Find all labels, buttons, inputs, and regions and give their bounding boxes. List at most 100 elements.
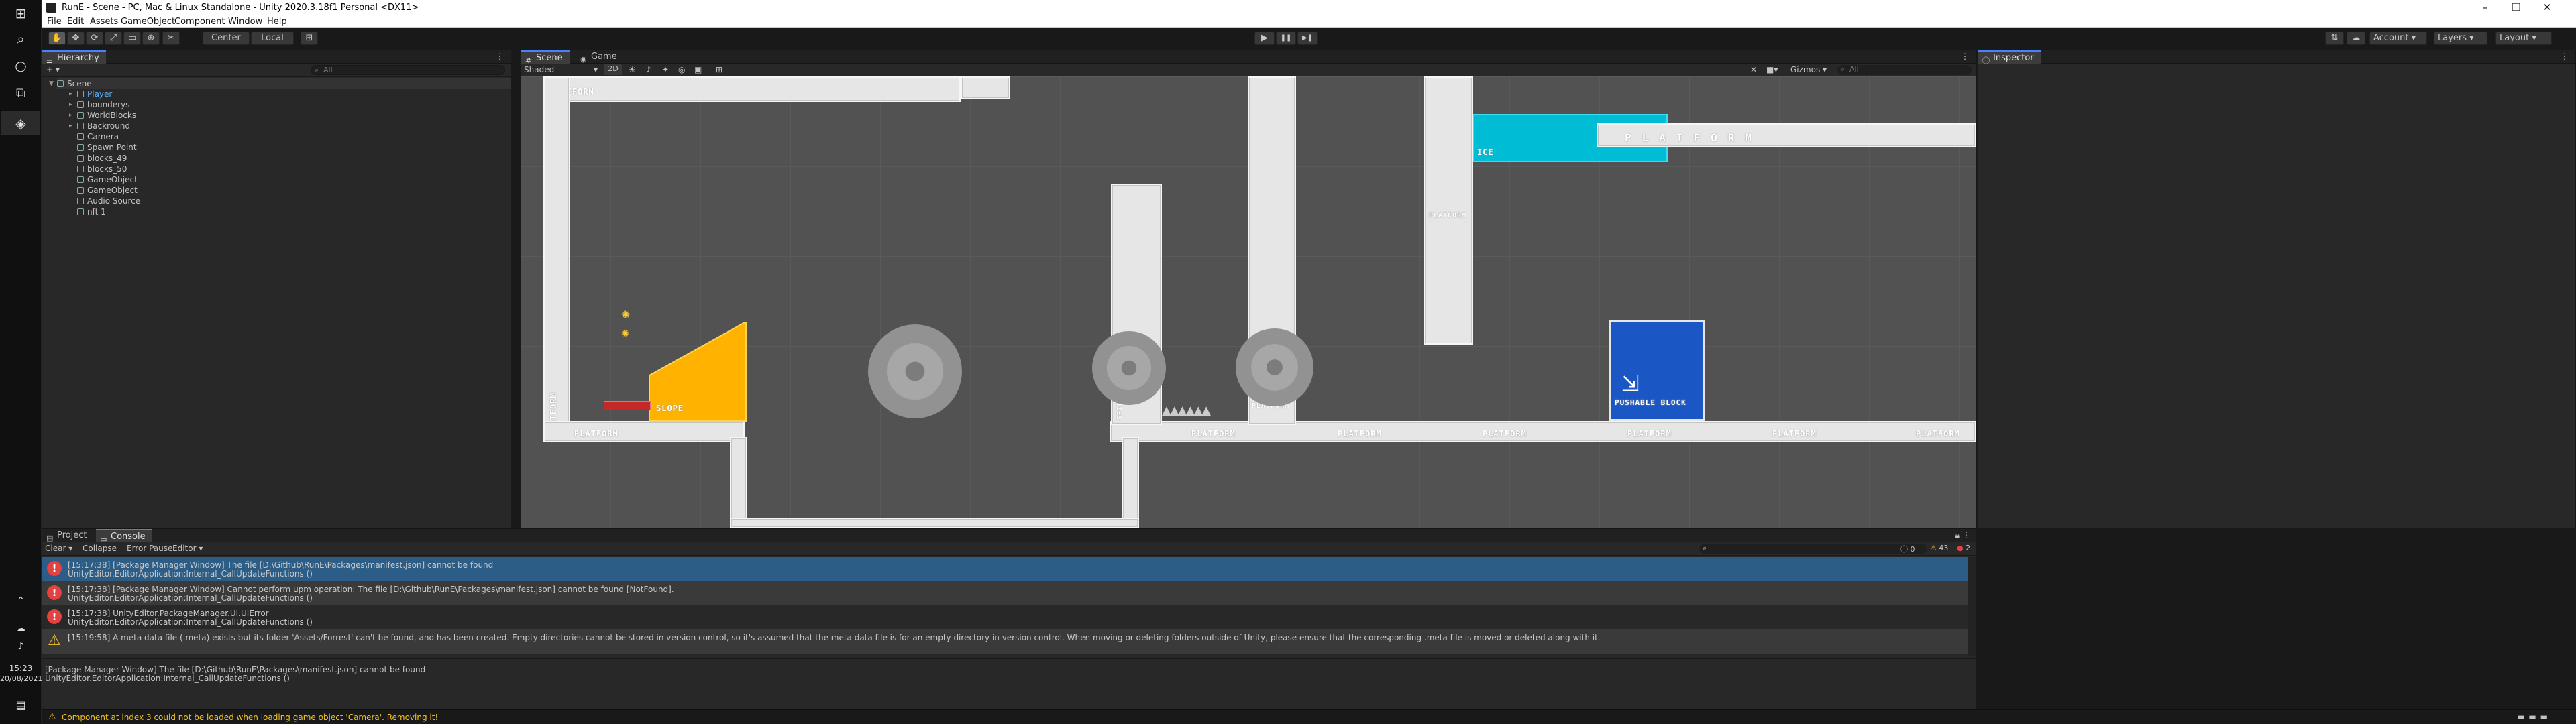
hierarchy-item-nft-1[interactable]: nft 1	[77, 206, 106, 217]
panel-menu-icon[interactable]: ⋮	[1962, 530, 1970, 540]
rect-tool-button[interactable]: ▭	[123, 32, 141, 45]
menu-file[interactable]: File	[47, 17, 62, 27]
task-view-icon[interactable]: ⧉	[13, 84, 29, 101]
pause-button[interactable]: ❚❚	[1276, 32, 1296, 45]
platform-floor-left[interactable]: PLATFORM	[543, 421, 745, 442]
pivot-space-toggle[interactable]: Local	[251, 32, 294, 45]
camera-settings-icon[interactable]: ■▾	[1766, 65, 1778, 74]
console-log-row[interactable]: ! [15:17:38] UnityEditor.PackageManager.…	[42, 605, 1968, 629]
saw-blade-2[interactable]	[1092, 331, 1166, 405]
pivot-center-toggle[interactable]: Center	[203, 32, 250, 45]
scale-tool-button[interactable]: ⤢	[105, 32, 122, 45]
bee-sprite-icon-2[interactable]: ✺	[621, 328, 629, 339]
network-icon[interactable]: ☁	[13, 621, 29, 637]
hierarchy-item-gameobject-2[interactable]: GameObject	[77, 185, 138, 196]
hierarchy-item-worldblocks[interactable]: ▸ WorldBlocks	[69, 110, 136, 121]
status-icons[interactable]: ▬▬▬	[2517, 712, 2552, 721]
custom-tool-button[interactable]: ✂	[162, 32, 180, 45]
platform-upper-right[interactable]: PLATFORM	[1597, 123, 1976, 147]
windows-start-icon[interactable]: ⊞	[13, 5, 29, 21]
transform-tool-button[interactable]: ⊕	[142, 32, 160, 45]
panel-menu-icon[interactable]: ⋮	[1961, 52, 1969, 61]
tab-project[interactable]: ▤ Project	[42, 529, 93, 542]
account-dropdown[interactable]: Account ▾	[2369, 32, 2427, 45]
lock-icon[interactable]: 🔒︎	[1955, 530, 1960, 540]
2d-mode-toggle[interactable]: 2D	[604, 64, 622, 75]
platform-left-wall[interactable]: PLATFORM	[543, 76, 570, 442]
layers-dropdown[interactable]: Layers ▾	[2434, 32, 2487, 45]
hidden-objects-icon[interactable]: ◎	[678, 65, 685, 74]
unity-app-icon[interactable]: ◈	[13, 115, 29, 131]
tools-icon[interactable]: ✕	[1750, 65, 1757, 74]
tab-hierarchy[interactable]: ☰ Hierarchy	[42, 50, 106, 65]
search-icon[interactable]: ⌕	[13, 31, 29, 47]
layout-dropdown[interactable]: Layout ▾	[2496, 32, 2552, 45]
hierarchy-item-gameobject[interactable]: GameObject	[77, 174, 138, 185]
platform-pit-right-wall[interactable]	[1122, 437, 1139, 528]
hand-tool-button[interactable]: ✋	[48, 32, 66, 45]
scene-camera-icon[interactable]: ▣	[694, 65, 702, 74]
gizmos-dropdown[interactable]: Gizmos ▾	[1790, 65, 1827, 74]
cloud-icon[interactable]: ☁	[2347, 32, 2365, 45]
platform-pit-left-wall[interactable]	[730, 437, 747, 528]
tray-chevron-icon[interactable]: ⌃	[13, 593, 29, 609]
platform-pillar-3[interactable]: PLATFORM	[1424, 76, 1473, 345]
menu-assets[interactable]: Assets	[90, 17, 118, 27]
minimize-button[interactable]: –	[2470, 0, 2501, 16]
console-log-row[interactable]: ⚠ [15:19:58] A meta data file (.meta) ex…	[42, 629, 1968, 654]
hierarchy-item-camera[interactable]: Camera	[77, 131, 119, 142]
scene-viewport[interactable]: PLATFORM PLATFORM PLATFORM PLATFORM PLAT…	[521, 76, 1976, 528]
platform-top-left[interactable]: PLATFORM	[543, 76, 961, 102]
saw-blade-1[interactable]	[868, 324, 962, 418]
close-window-button[interactable]: ✕	[2532, 0, 2563, 16]
expand-arrow-icon[interactable]: ▼	[49, 78, 54, 89]
hierarchy-scene-row[interactable]: ▼ Scene	[49, 78, 511, 89]
hierarchy-item-spawn-point[interactable]: Spawn Point	[77, 142, 137, 153]
scene-search-input[interactable]: ⌕ All	[1837, 65, 1972, 75]
shading-mode-dropdown[interactable]: Shaded ▾	[524, 65, 598, 74]
maximize-button[interactable]: ❐	[2501, 0, 2532, 16]
play-button[interactable]: ▶	[1254, 32, 1275, 45]
hierarchy-item-audio-source[interactable]: Audio Source	[77, 196, 140, 206]
menu-component[interactable]: Component	[174, 17, 225, 27]
status-message[interactable]: Component at index 3 could not be loaded…	[62, 713, 438, 722]
tab-game[interactable]: ◉ Game	[576, 50, 624, 64]
hierarchy-item-backround[interactable]: ▸ Backround	[69, 121, 130, 131]
expand-arrow-icon[interactable]: ▸	[69, 99, 72, 110]
hierarchy-item-blocks-50[interactable]: blocks_50	[77, 164, 127, 174]
hierarchy-search-input[interactable]: ⌕ All	[311, 65, 505, 75]
volume-icon[interactable]: ♪	[13, 638, 29, 654]
hierarchy-item-blocks-49[interactable]: blocks_49	[77, 153, 127, 164]
move-tool-button[interactable]: ✥	[67, 32, 85, 45]
hierarchy-item-bounderys[interactable]: ▸ bounderys	[69, 99, 129, 110]
effects-toggle-icon[interactable]: ✦	[662, 65, 669, 74]
expand-arrow-icon[interactable]: ▸	[69, 121, 72, 131]
tab-inspector[interactable]: ⓘ Inspector	[1978, 50, 2041, 65]
console-log-row[interactable]: ! [15:17:38] [Package Manager Window] Th…	[42, 557, 1968, 581]
notification-icon[interactable]: ▤	[13, 697, 29, 713]
console-log-row[interactable]: ! [15:17:38] [Package Manager Window] Ca…	[42, 581, 1968, 605]
tab-console[interactable]: ▭ Console	[96, 529, 152, 544]
console-search-input[interactable]: ⌕	[1699, 544, 1927, 554]
platform-floor-right[interactable]: PLATFORM PLATFORM PLATFORM PLATFORM PLAT…	[1110, 421, 1976, 442]
expand-arrow-icon[interactable]: ▸	[69, 110, 72, 121]
clock-time[interactable]: 15:23	[0, 664, 42, 673]
panel-menu-icon[interactable]: ⋮	[496, 52, 504, 61]
console-log-list[interactable]: ! [15:17:38] [Package Manager Window] Th…	[42, 557, 1977, 656]
collab-icon[interactable]: ⇅	[2325, 32, 2344, 45]
hierarchy-item-player[interactable]: ▸ Player	[69, 88, 112, 99]
rotate-tool-button[interactable]: ⟳	[86, 32, 103, 45]
collapse-button[interactable]: Collapse	[83, 544, 117, 553]
menu-gameobject[interactable]: GameObject	[121, 17, 175, 27]
cortana-icon[interactable]: ○	[13, 58, 29, 74]
warn-count-toggle[interactable]: ⚠ 43	[1930, 544, 1948, 552]
menu-window[interactable]: Window	[228, 17, 262, 27]
saw-blade-3[interactable]	[1236, 328, 1313, 406]
error-pause-button[interactable]: Error Pause	[127, 544, 172, 553]
platform-pit-floor[interactable]	[730, 518, 1139, 528]
expand-arrow-icon[interactable]: ▸	[69, 88, 72, 99]
tab-scene[interactable]: # Scene	[521, 50, 570, 65]
clear-button[interactable]: Clear ▾	[45, 544, 72, 553]
editor-dropdown[interactable]: Editor ▾	[172, 544, 203, 553]
add-object-button[interactable]: + ▾	[46, 65, 60, 74]
